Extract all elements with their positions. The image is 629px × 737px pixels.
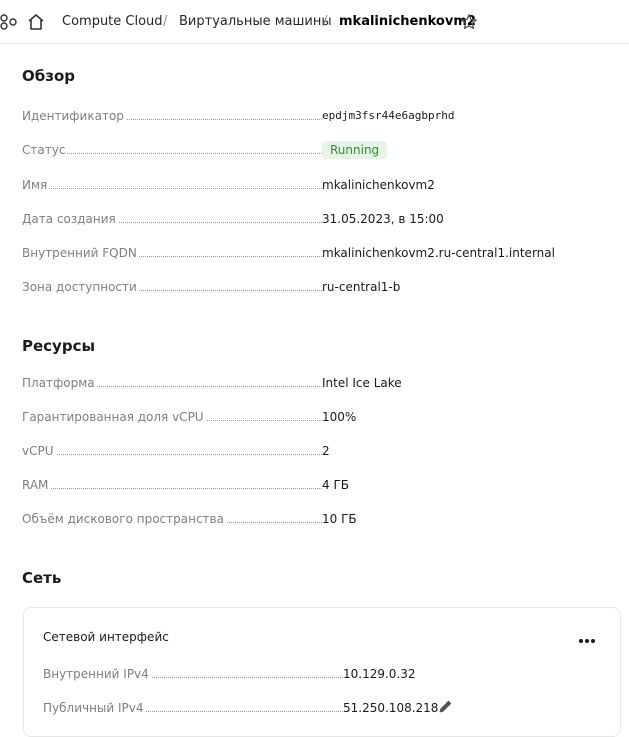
resources-row-vcpu: vCPU bbox=[22, 442, 322, 460]
internal-ipv4-row: Внутренний IPv4 bbox=[43, 665, 343, 683]
ram-value: 4 ГБ bbox=[322, 478, 349, 492]
created-label: Дата создания bbox=[22, 210, 118, 228]
platform-label: Платформа bbox=[22, 374, 97, 392]
disk-value: 10 ГБ bbox=[322, 512, 357, 526]
resources-title: Ресурсы bbox=[22, 337, 96, 355]
zone-label: Зона доступности bbox=[22, 278, 139, 296]
more-icon[interactable] bbox=[576, 633, 598, 649]
internal-ipv4-value: 10.129.0.32 bbox=[343, 667, 416, 681]
nodes-icon[interactable] bbox=[0, 12, 18, 32]
home-icon[interactable] bbox=[26, 12, 46, 32]
fqdn-label: Внутренний FQDN bbox=[22, 244, 139, 262]
leader-dots bbox=[22, 488, 322, 489]
resources-row-vcpu-share: Гарантированная доля vCPU bbox=[22, 408, 322, 426]
name-value: mkalinichenkovm2 bbox=[322, 178, 435, 192]
network-interface-title: Сетевой интерфейс bbox=[43, 630, 169, 644]
ram-label: RAM bbox=[22, 476, 51, 494]
resources-row-disk: Объём дискового пространства bbox=[22, 510, 322, 528]
breadcrumb-separator: / bbox=[323, 14, 328, 29]
id-label: Идентификатор bbox=[22, 107, 126, 125]
id-value: epdjm3fsr44e6agbprhd bbox=[322, 109, 455, 122]
public-ipv4-label: Публичный IPv4 bbox=[43, 699, 146, 717]
overview-row-id: Идентификатор bbox=[22, 107, 322, 125]
platform-value: Intel Ice Lake bbox=[322, 376, 402, 390]
resources-row-platform: Платформа bbox=[22, 374, 322, 392]
breadcrumb-current-vm: mkalinichenkovm2 bbox=[339, 14, 476, 29]
overview-title: Обзор bbox=[22, 67, 75, 85]
created-value: 31.05.2023, в 15:00 bbox=[322, 212, 444, 226]
network-title: Сеть bbox=[22, 569, 62, 587]
breadcrumb-separator: / bbox=[163, 14, 168, 29]
internal-ipv4-label: Внутренний IPv4 bbox=[43, 665, 151, 683]
breadcrumb-compute-cloud[interactable]: Compute Cloud bbox=[62, 14, 163, 30]
vcpu-value: 2 bbox=[322, 444, 330, 458]
public-ipv4-row: Публичный IPv4 bbox=[43, 699, 343, 717]
zone-value: ru-central1-b bbox=[322, 280, 401, 294]
overview-row-zone: Зона доступности bbox=[22, 278, 322, 296]
vcpu-label: vCPU bbox=[22, 442, 56, 460]
leader-dots bbox=[22, 188, 322, 189]
overview-row-fqdn: Внутренний FQDN bbox=[22, 244, 322, 262]
leader-dots bbox=[22, 454, 322, 455]
disk-label: Объём дискового пространства bbox=[22, 510, 226, 528]
status-badge: Running bbox=[322, 141, 388, 159]
name-label: Имя bbox=[22, 176, 50, 194]
overview-row-status: Статус bbox=[22, 141, 322, 159]
fqdn-value: mkalinichenkovm2.ru-central1.internal bbox=[322, 246, 555, 260]
pencil-icon[interactable] bbox=[438, 699, 453, 714]
overview-row-name: Имя bbox=[22, 176, 322, 194]
status-label: Статус bbox=[22, 141, 68, 159]
public-ipv4-value: 51.250.108.218 bbox=[343, 701, 439, 715]
vcpu-share-value: 100% bbox=[322, 410, 357, 424]
vcpu-share-label: Гарантированная доля vCPU bbox=[22, 408, 206, 426]
star-icon[interactable] bbox=[460, 13, 478, 31]
overview-row-created: Дата создания bbox=[22, 210, 322, 228]
resources-row-ram: RAM bbox=[22, 476, 322, 494]
breadcrumb-virtual-machines[interactable]: Виртуальные машины bbox=[179, 14, 332, 30]
